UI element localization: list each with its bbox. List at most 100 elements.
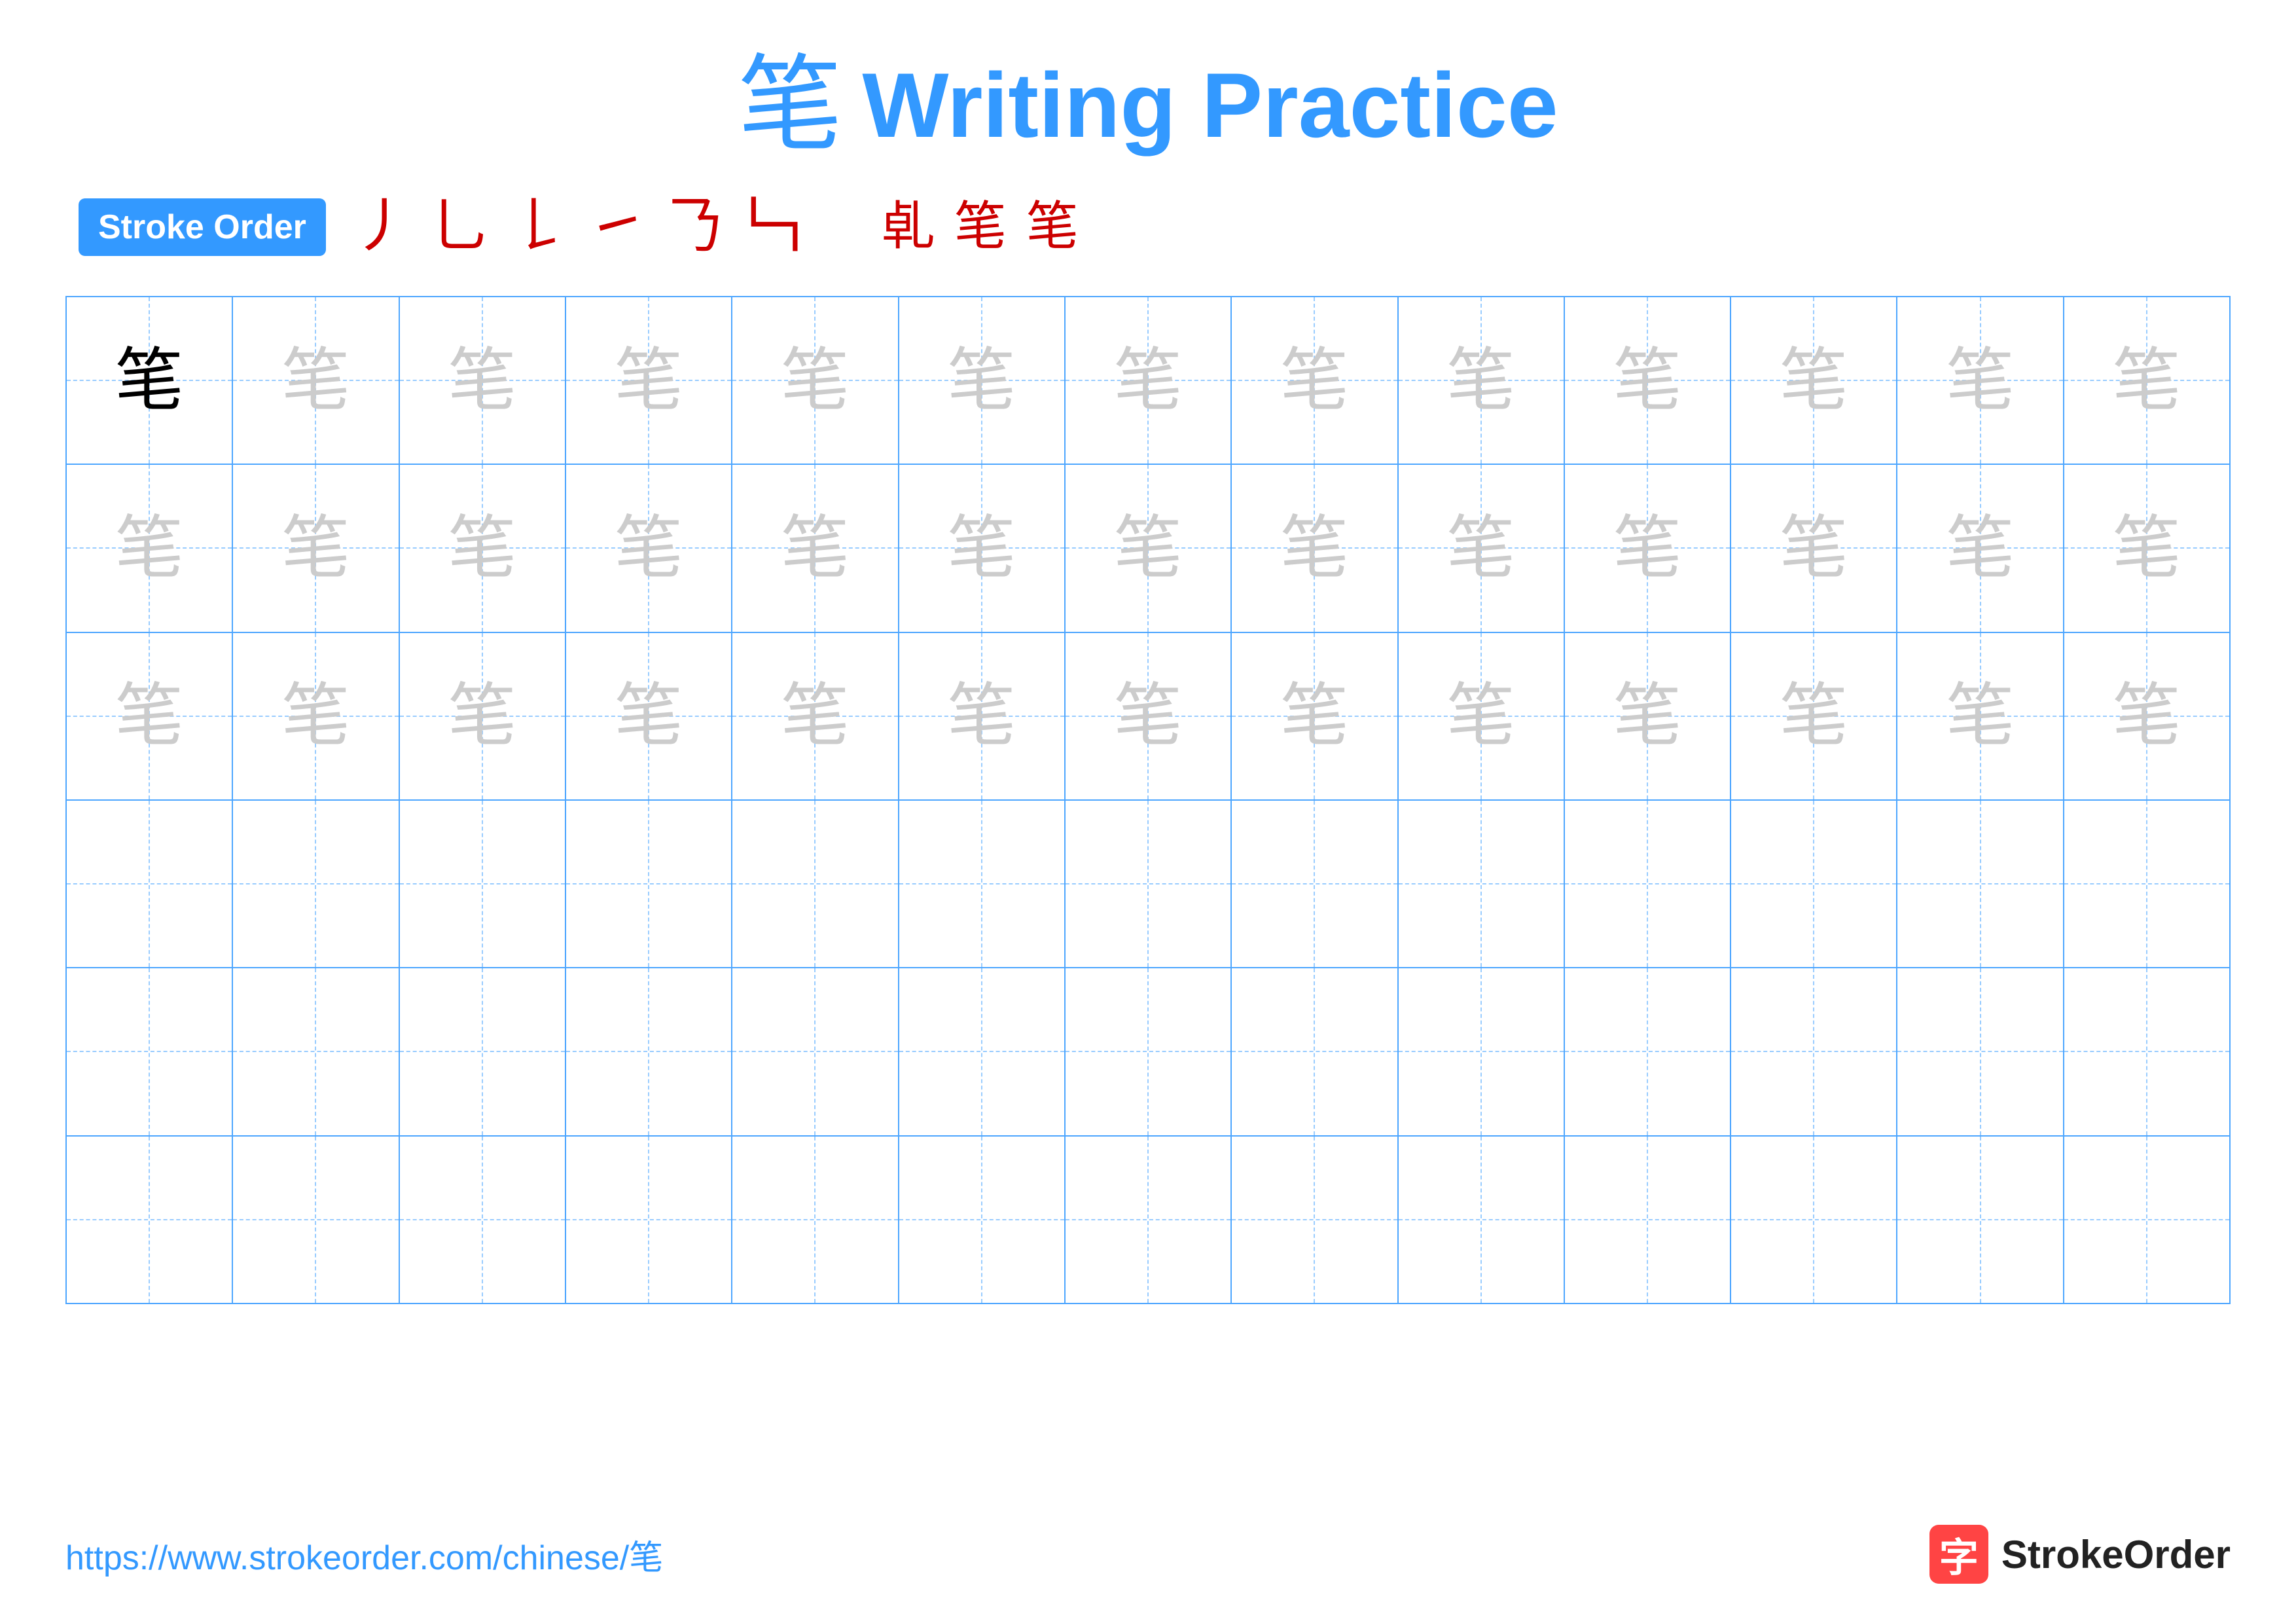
cell-5-8[interactable] bbox=[1232, 968, 1398, 1135]
cell-1-8: 笔 bbox=[1232, 297, 1398, 464]
cell-5-11[interactable] bbox=[1731, 968, 1897, 1135]
cell-4-10[interactable] bbox=[1565, 801, 1731, 967]
cell-4-5[interactable] bbox=[732, 801, 899, 967]
practice-grid: 笔 笔 笔 笔 笔 笔 笔 笔 笔 笔 笔 笔 笔 笔 笔 笔 笔 笔 笔 笔 … bbox=[65, 296, 2231, 1304]
cell-3-7: 笔 bbox=[1066, 633, 1232, 799]
cell-6-11[interactable] bbox=[1731, 1137, 1897, 1303]
cell-1-3: 笔 bbox=[400, 297, 566, 464]
cell-5-1[interactable] bbox=[67, 968, 233, 1135]
cell-5-2[interactable] bbox=[233, 968, 399, 1135]
title-character: 笔 bbox=[738, 53, 842, 158]
cell-2-6: 笔 bbox=[899, 465, 1066, 631]
footer: https://www.strokeorder.com/chinese/笔 字 … bbox=[65, 1525, 2231, 1584]
cell-5-13[interactable] bbox=[2064, 968, 2229, 1135]
footer-url[interactable]: https://www.strokeorder.com/chinese/笔 bbox=[65, 1530, 663, 1579]
cell-4-1[interactable] bbox=[67, 801, 233, 967]
cell-6-2[interactable] bbox=[233, 1137, 399, 1303]
cell-6-1[interactable] bbox=[67, 1137, 233, 1303]
cell-6-10[interactable] bbox=[1565, 1137, 1731, 1303]
stroke-1: 丿 bbox=[352, 198, 411, 257]
grid-row-5 bbox=[67, 968, 2229, 1136]
cell-1-9: 笔 bbox=[1399, 297, 1565, 464]
page-title: Writing Practice bbox=[862, 52, 1558, 158]
cell-5-9[interactable] bbox=[1399, 968, 1565, 1135]
cell-2-9: 笔 bbox=[1399, 465, 1565, 631]
cell-4-8[interactable] bbox=[1232, 801, 1398, 967]
cell-4-13[interactable] bbox=[2064, 801, 2229, 967]
cell-3-3: 笔 bbox=[400, 633, 566, 799]
cell-6-3[interactable] bbox=[400, 1137, 566, 1303]
cell-1-2: 笔 bbox=[233, 297, 399, 464]
cell-1-6: 笔 bbox=[899, 297, 1066, 464]
cell-4-9[interactable] bbox=[1399, 801, 1565, 967]
cell-6-4[interactable] bbox=[566, 1137, 732, 1303]
stroke-steps: 丿 ⺃ 𠄌 ㇀ 𠄎 𠃑 𠃲 𠃳 𠃴 𠃵 笔 笔 bbox=[352, 198, 1079, 257]
cell-2-1: 笔 bbox=[67, 465, 233, 631]
cell-3-10: 笔 bbox=[1565, 633, 1731, 799]
brand-logo-char: 字 bbox=[1939, 1526, 1979, 1583]
cell-6-9[interactable] bbox=[1399, 1137, 1565, 1303]
char-reference: 笔 bbox=[115, 346, 184, 415]
cell-5-6[interactable] bbox=[899, 968, 1066, 1135]
cell-3-9: 笔 bbox=[1399, 633, 1565, 799]
cell-4-3[interactable] bbox=[400, 801, 566, 967]
grid-row-3: 笔 笔 笔 笔 笔 笔 笔 笔 笔 笔 笔 笔 笔 bbox=[67, 633, 2229, 801]
brand-name: StrokeOrder bbox=[2001, 1532, 2231, 1577]
cell-5-5[interactable] bbox=[732, 968, 899, 1135]
cell-3-2: 笔 bbox=[233, 633, 399, 799]
cell-1-13: 笔 bbox=[2064, 297, 2229, 464]
cell-2-11: 笔 bbox=[1731, 465, 1897, 631]
grid-row-4 bbox=[67, 801, 2229, 968]
title-row: 笔 Writing Practice bbox=[738, 52, 1558, 158]
cell-4-12[interactable] bbox=[1897, 801, 2064, 967]
cell-4-11[interactable] bbox=[1731, 801, 1897, 967]
cell-5-3[interactable] bbox=[400, 968, 566, 1135]
stroke-2: ⺃ bbox=[431, 198, 490, 257]
cell-3-1: 笔 bbox=[67, 633, 233, 799]
cell-1-10: 笔 bbox=[1565, 297, 1731, 464]
stroke-6: 𠃑 bbox=[745, 198, 804, 257]
cell-6-5[interactable] bbox=[732, 1137, 899, 1303]
cell-2-13: 笔 bbox=[2064, 465, 2229, 631]
cell-4-2[interactable] bbox=[233, 801, 399, 967]
cell-2-7: 笔 bbox=[1066, 465, 1232, 631]
cell-3-4: 笔 bbox=[566, 633, 732, 799]
cell-4-7[interactable] bbox=[1066, 801, 1232, 967]
cell-2-8: 笔 bbox=[1232, 465, 1398, 631]
stroke-10: 𠃵 bbox=[882, 201, 935, 253]
cell-1-5: 笔 bbox=[732, 297, 899, 464]
cell-2-12: 笔 bbox=[1897, 465, 2064, 631]
cell-1-1: 笔 bbox=[67, 297, 233, 464]
cell-6-7[interactable] bbox=[1066, 1137, 1232, 1303]
stroke-12: 笔 bbox=[1026, 201, 1079, 253]
cell-5-4[interactable] bbox=[566, 968, 732, 1135]
cell-6-6[interactable] bbox=[899, 1137, 1066, 1303]
stroke-3: 𠄌 bbox=[509, 198, 568, 257]
cell-6-12[interactable] bbox=[1897, 1137, 2064, 1303]
cell-5-7[interactable] bbox=[1066, 968, 1232, 1135]
cell-3-8: 笔 bbox=[1232, 633, 1398, 799]
cell-3-12: 笔 bbox=[1897, 633, 2064, 799]
cell-4-6[interactable] bbox=[899, 801, 1066, 967]
cell-2-5: 笔 bbox=[732, 465, 899, 631]
cell-6-8[interactable] bbox=[1232, 1137, 1398, 1303]
stroke-order-row: Stroke Order 丿 ⺃ 𠄌 ㇀ 𠄎 𠃑 𠃲 𠃳 𠃴 𠃵 笔 笔 bbox=[65, 198, 2231, 257]
cell-1-7: 笔 bbox=[1066, 297, 1232, 464]
cell-5-10[interactable] bbox=[1565, 968, 1731, 1135]
cell-5-12[interactable] bbox=[1897, 968, 2064, 1135]
cell-1-12: 笔 bbox=[1897, 297, 2064, 464]
cell-3-6: 笔 bbox=[899, 633, 1066, 799]
page-container: 笔 Writing Practice Stroke Order 丿 ⺃ 𠄌 ㇀ … bbox=[0, 0, 2296, 1623]
cell-3-11: 笔 bbox=[1731, 633, 1897, 799]
cell-4-4[interactable] bbox=[566, 801, 732, 967]
cell-6-13[interactable] bbox=[2064, 1137, 2229, 1303]
cell-1-11: 笔 bbox=[1731, 297, 1897, 464]
cell-1-4: 笔 bbox=[566, 297, 732, 464]
stroke-5: 𠄎 bbox=[666, 198, 725, 257]
brand-logo-icon: 字 bbox=[1929, 1525, 1988, 1584]
stroke-4: ㇀ bbox=[588, 198, 647, 257]
cell-2-10: 笔 bbox=[1565, 465, 1731, 631]
stroke-11: 笔 bbox=[954, 201, 1007, 253]
cell-3-5: 笔 bbox=[732, 633, 899, 799]
cell-2-3: 笔 bbox=[400, 465, 566, 631]
